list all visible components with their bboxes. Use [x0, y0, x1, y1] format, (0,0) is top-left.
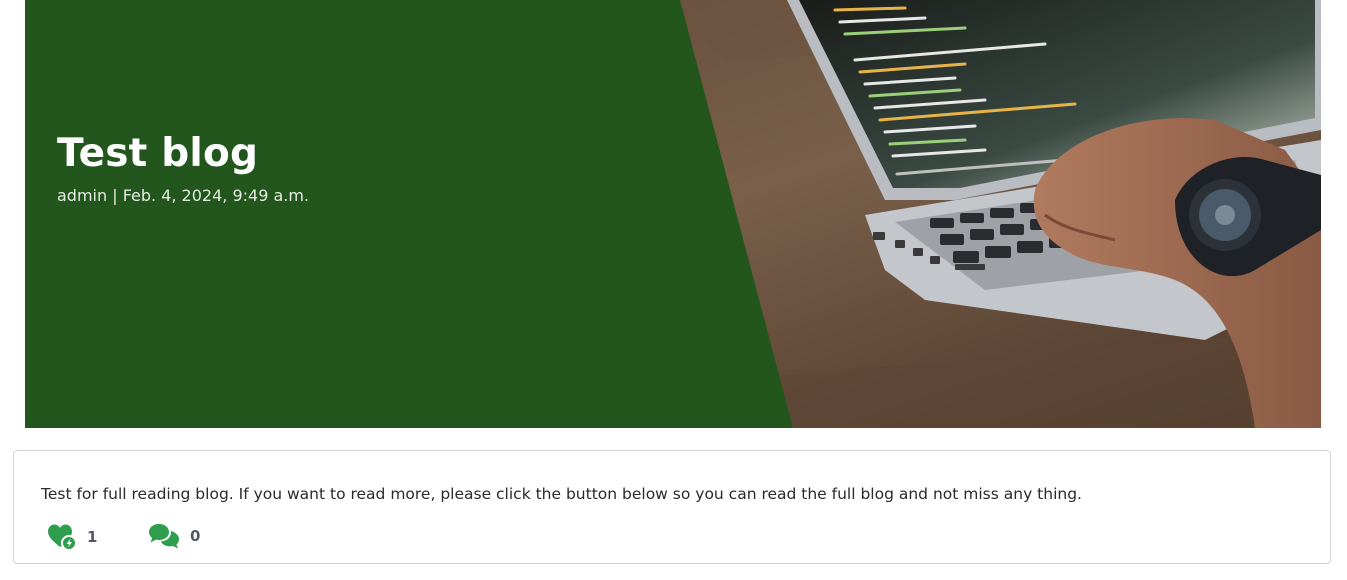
post-title: Test blog	[57, 131, 259, 176]
comments-count: 0	[190, 527, 201, 545]
hero-banner: Test blog admin | Feb. 4, 2024, 9:49 a.m…	[25, 0, 1321, 428]
likes-count: 1	[87, 528, 98, 546]
post-excerpt: Test for full reading blog. If you want …	[41, 485, 1082, 503]
post-meta: admin | Feb. 4, 2024, 9:49 a.m.	[57, 186, 310, 205]
likes-button[interactable]: 1	[47, 523, 97, 551]
comments-button[interactable]: 0	[148, 523, 200, 549]
hero-text: Test blog admin | Feb. 4, 2024, 9:49 a.m…	[57, 128, 309, 205]
post-card: Test for full reading blog. If you want …	[13, 450, 1331, 564]
heart-bolt-icon	[48, 524, 77, 551]
comments-icon	[149, 524, 179, 549]
